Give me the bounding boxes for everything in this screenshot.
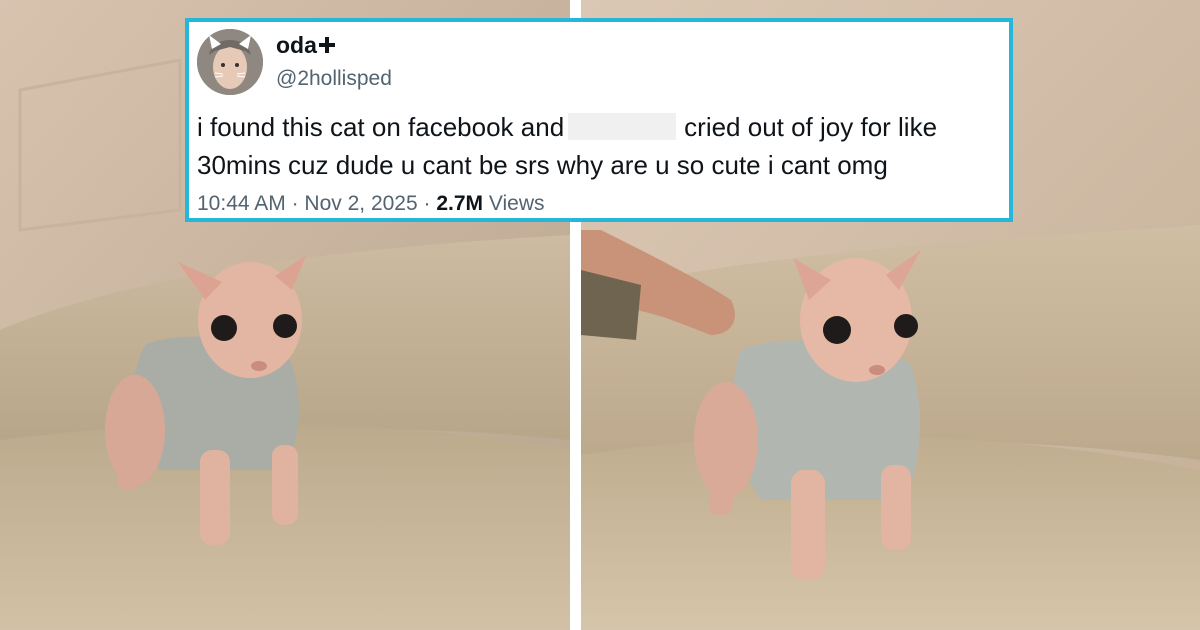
display-name-text: oda: [276, 32, 317, 58]
tweet-meta: 10:44 AM · Nov 2, 2025 · 2.7M Views: [197, 192, 545, 216]
user-handle[interactable]: @2hollisped: [276, 67, 392, 91]
tweet-text-line-2: 30mins cuz dude u cant be srs why are u …: [197, 150, 888, 180]
display-name[interactable]: oda: [276, 32, 336, 59]
meta-separator: ·: [423, 192, 431, 215]
tweet-date[interactable]: Nov 2, 2025: [304, 192, 417, 215]
tweet-card: oda @2hollisped i found this cat on face…: [185, 18, 1013, 222]
views-count: 2.7M: [436, 192, 484, 215]
meta-separator: ·: [291, 192, 299, 215]
avatar[interactable]: [197, 29, 263, 95]
views-label: Views: [488, 192, 545, 215]
tweet-time[interactable]: 10:44 AM: [197, 192, 286, 215]
tweet-text-part-2: cried out of joy for like: [684, 112, 938, 142]
plus-cross-icon: [317, 32, 336, 58]
tweet-text: i found this cat on facebook and cried ou…: [197, 108, 937, 184]
redaction-box: [568, 113, 677, 140]
tweet-text-part-1: i found this cat on facebook and: [197, 112, 565, 142]
